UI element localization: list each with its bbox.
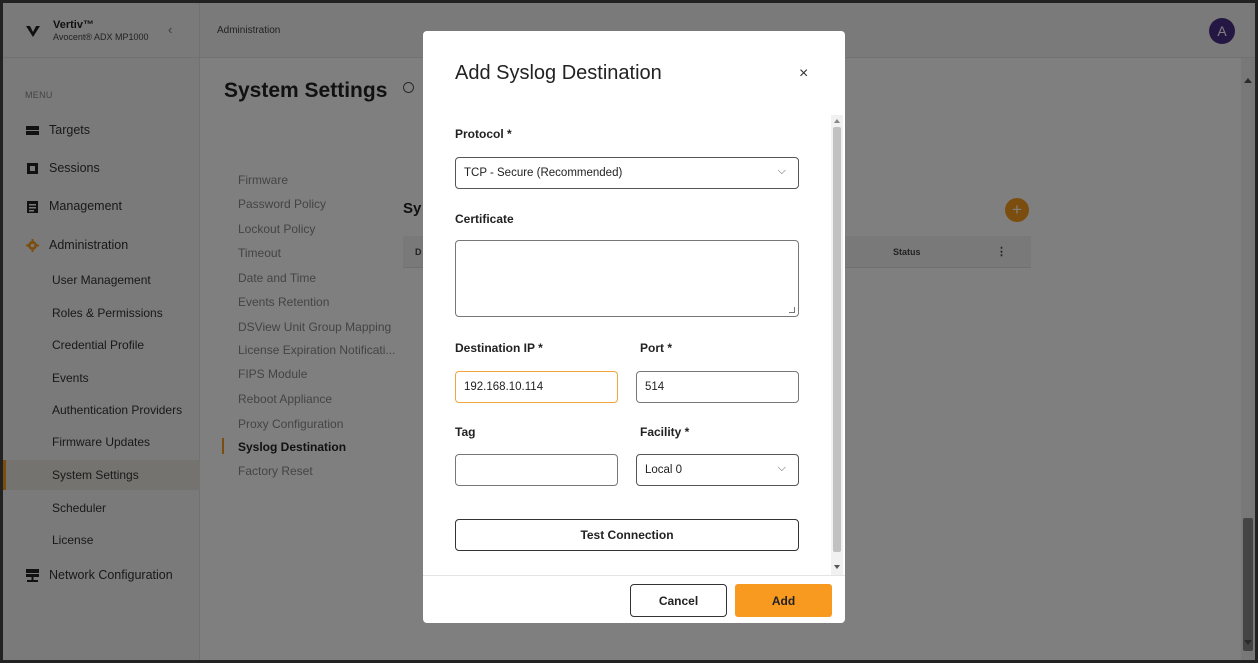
dialog-title: Add Syslog Destination xyxy=(455,62,662,84)
test-connection-button[interactable]: Test Connection xyxy=(455,519,799,551)
chevron-down-icon: ⌵ xyxy=(777,462,786,474)
close-icon[interactable]: × xyxy=(799,65,808,83)
destination-ip-value: 192.168.10.114 xyxy=(464,381,544,393)
dialog-footer: Cancel Add xyxy=(423,575,845,623)
scrollbar-thumb[interactable] xyxy=(833,127,841,552)
protocol-label: Protocol * xyxy=(455,127,512,141)
destination-ip-label: Destination IP * xyxy=(455,341,543,355)
facility-select[interactable]: Local 0 ⌵ xyxy=(636,454,799,486)
chevron-down-icon: ⌵ xyxy=(777,165,786,177)
protocol-value: TCP - Secure (Recommended) xyxy=(464,167,623,179)
cancel-button[interactable]: Cancel xyxy=(630,584,727,617)
dialog-scrollbar[interactable] xyxy=(831,115,843,575)
certificate-label: Certificate xyxy=(455,212,514,226)
add-button[interactable]: Add xyxy=(735,584,832,617)
scroll-up-icon[interactable] xyxy=(834,119,840,123)
tag-label: Tag xyxy=(455,425,476,439)
facility-value: Local 0 xyxy=(645,464,683,476)
facility-label: Facility * xyxy=(640,425,690,439)
add-syslog-dialog: Add Syslog Destination × Protocol * TCP … xyxy=(423,31,845,623)
certificate-textarea[interactable] xyxy=(455,240,799,317)
port-value: 514 xyxy=(645,381,665,393)
resize-grip-icon[interactable] xyxy=(789,307,795,313)
port-label: Port * xyxy=(640,341,673,355)
destination-ip-input[interactable]: 192.168.10.114 xyxy=(455,371,618,403)
scroll-down-icon[interactable] xyxy=(834,565,840,569)
tag-input[interactable] xyxy=(455,454,618,486)
protocol-select[interactable]: TCP - Secure (Recommended) ⌵ xyxy=(455,157,799,189)
dialog-body: Protocol * TCP - Secure (Recommended) ⌵ … xyxy=(423,115,845,575)
port-input[interactable]: 514 xyxy=(636,371,799,403)
